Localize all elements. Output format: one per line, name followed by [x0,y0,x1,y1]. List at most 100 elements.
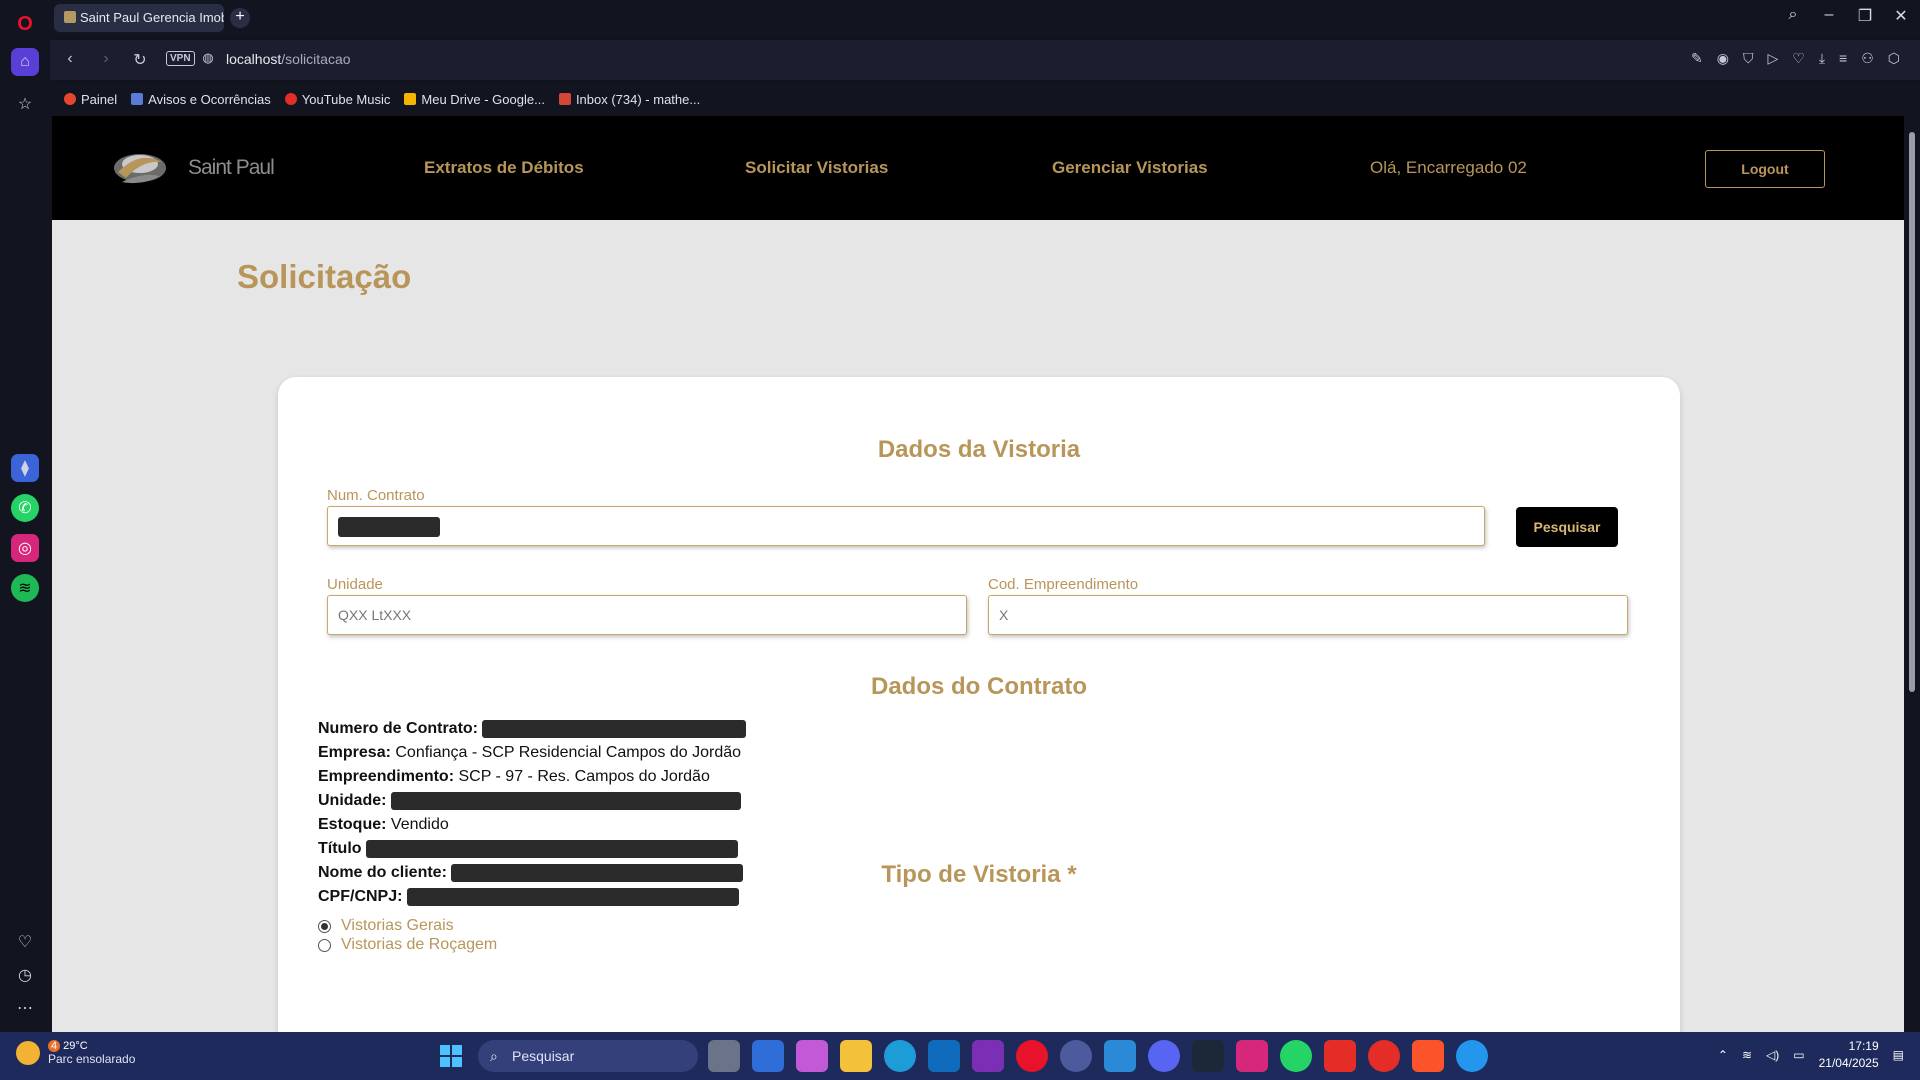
contract-row-numero: Numero de Contrato: [318,717,747,741]
reload-icon[interactable]: ↻ [130,50,150,70]
start-button-icon[interactable] [440,1045,462,1067]
wifi-icon[interactable]: ≋ [1742,1048,1752,1062]
shield-icon[interactable]: ⛉ [1743,50,1754,67]
app-icon[interactable]: ⧫ [11,454,39,482]
contract-row-unidade: Unidade: [318,789,746,813]
minimize-icon[interactable]: – [1817,6,1841,24]
history-icon[interactable]: ◷ [11,961,39,989]
file-explorer-icon[interactable] [840,1040,872,1072]
contract-row-titulo: Título [318,837,746,861]
edit-icon[interactable]: ✎ [1691,50,1703,67]
whatsapp-icon[interactable]: ✆ [11,494,39,522]
nav-gerenciar-link[interactable]: Gerenciar Vistorias [1052,158,1208,178]
nav-solicitar-link[interactable]: Solicitar Vistorias [745,158,888,178]
edge-icon[interactable] [884,1040,916,1072]
favicon-icon [64,11,76,23]
weather-sun-icon [16,1041,40,1065]
spotify-icon[interactable]: ≋ [11,574,39,602]
address-bar: ‹ › ↻ VPN ◍ localhost/solicitacao ✎ ◉ ⛉ … [50,40,1920,80]
empreendimento-value: SCP - 97 - Res. Campos do Jordão [458,768,710,785]
logout-button[interactable]: Logout [1705,150,1825,188]
heart-outline-icon[interactable]: ♡ [1792,50,1805,67]
weather-widget[interactable]: 4 29°C Parc ensolarado [16,1040,135,1066]
redacted-block [338,517,440,538]
cod-empreendimento-label: Cod. Empreendimento [988,576,1139,593]
home-icon[interactable]: ⌂ [11,48,39,76]
vscode-icon[interactable] [1104,1040,1136,1072]
copilot-icon[interactable] [796,1040,828,1072]
star-icon[interactable]: ☆ [11,90,39,118]
restore-icon[interactable]: ❐ [1853,6,1877,26]
vpn-badge[interactable]: VPN [166,51,195,66]
saint-paul-logo-icon[interactable] [112,142,168,194]
unidade-input[interactable]: QXX LtXXX [327,595,967,635]
bookmark-label: Avisos e Ocorrências [148,91,271,107]
bookmark-youtube-music[interactable]: YouTube Music [284,92,390,107]
num-contrato-label: Num. Contrato [327,487,425,504]
profile-icon[interactable]: ⚇ [1861,50,1874,67]
steam-icon[interactable] [1192,1040,1224,1072]
redacted-block [482,719,747,738]
extensions-icon[interactable]: ⬡ [1888,50,1900,67]
bookmark-drive[interactable]: Meu Drive - Google... [404,92,545,107]
cod-empreendimento-input[interactable]: X [988,595,1628,635]
new-tab-button[interactable]: + [230,8,250,28]
whatsapp-taskbar-icon[interactable] [1280,1040,1312,1072]
page-title: Solicitação [237,258,412,295]
taskbar-search[interactable]: ⌕ Pesquisar [478,1040,698,1072]
forward-icon[interactable]: › [96,50,116,68]
onenote-icon[interactable] [972,1040,1004,1072]
menu-icon[interactable]: ≡ [1839,50,1847,67]
vistoria-section-title: Dados da Vistoria [877,436,1081,463]
num-contrato-input[interactable] [327,506,1485,546]
url-field[interactable]: localhost/solicitacao [226,51,351,67]
brave-icon[interactable] [1412,1040,1444,1072]
back-icon[interactable]: ‹ [60,50,80,68]
site-info-icon[interactable]: ◍ [198,50,218,66]
battery-icon[interactable]: ▭ [1793,1048,1804,1062]
opera-taskbar-icon[interactable] [1016,1040,1048,1072]
volume-icon[interactable]: ◁) [1766,1048,1779,1062]
heart-icon[interactable]: ♡ [11,928,39,956]
pesquisar-button[interactable]: Pesquisar [1516,507,1618,547]
radio-unchecked-icon[interactable] [318,938,331,952]
close-icon[interactable]: ✕ [1889,6,1913,26]
unidade-contract-label: Unidade: [318,792,387,809]
radio-vistorias-rocagem[interactable]: Vistorias de Roçagem [318,936,497,954]
youtube-music-icon[interactable] [1368,1040,1400,1072]
task-view-icon[interactable] [708,1040,740,1072]
radio-vistorias-gerais[interactable]: Vistorias Gerais [318,917,454,935]
camera-icon[interactable]: ◉ [1717,50,1729,67]
weather-temp: 29°C [63,1040,88,1052]
radio-checked-icon[interactable] [318,919,331,933]
clock-date: 21/04/2025 [1818,1056,1879,1070]
radio-label: Vistorias de Roçagem [341,936,498,953]
notification-icon[interactable]: ▤ [1893,1048,1904,1062]
opera-logo-icon[interactable]: O [11,10,39,38]
more-icon[interactable]: ⋯ [11,994,39,1022]
store-icon[interactable] [752,1040,784,1072]
search-tabs-icon[interactable]: ⌕ [1781,6,1805,24]
bookmark-inbox[interactable]: Inbox (734) - mathe... [558,92,700,107]
contract-row-estoque: Estoque: Vendido [318,813,746,837]
bookmark-painel[interactable]: Painel [64,92,117,107]
empresa-value: Confiança - SCP Residencial Campos do Jo… [395,744,742,761]
youtube-icon[interactable] [1324,1040,1356,1072]
redacted-block [406,887,739,906]
download-icon[interactable]: ⤓ [1819,50,1825,67]
outlook-icon[interactable] [928,1040,960,1072]
browser-tab[interactable]: Saint Paul Gerencia Imobi [54,4,224,32]
taskbar-apps [708,1040,1488,1072]
instagram-taskbar-icon[interactable] [1236,1040,1268,1072]
clock[interactable]: 17:19 21/04/2025 [1819,1038,1879,1072]
tray-expand-icon[interactable]: ⌃ [1718,1048,1728,1062]
play-icon[interactable]: ▷ [1767,50,1778,67]
docker-icon[interactable] [1456,1040,1488,1072]
nav-extratos-link[interactable]: Extratos de Débitos [424,158,584,178]
scrollbar-thumb[interactable] [1909,132,1915,692]
bookmark-avisos[interactable]: Avisos e Ocorrências [131,92,271,107]
app-circle-icon[interactable] [1060,1040,1092,1072]
page-scrollbar[interactable] [1904,116,1920,1032]
instagram-icon[interactable]: ◎ [11,534,39,562]
discord-icon[interactable] [1148,1040,1180,1072]
